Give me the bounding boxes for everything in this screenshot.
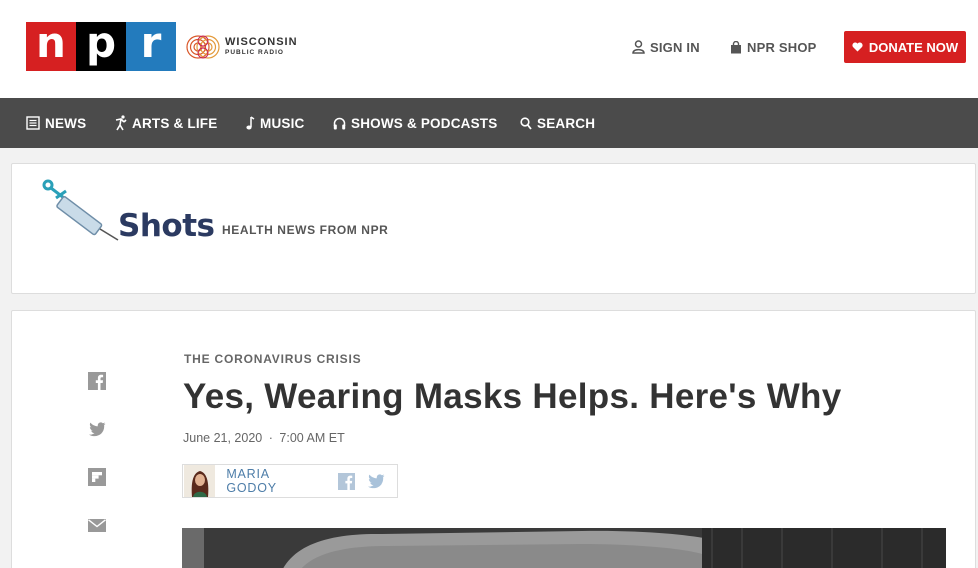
nav-label-music: MUSIC: [260, 115, 305, 131]
donate-button[interactable]: DONATE NOW: [844, 31, 966, 63]
facebook-icon: [338, 472, 355, 490]
share-facebook[interactable]: [88, 372, 106, 390]
share-email[interactable]: [88, 516, 106, 534]
author-twitter-link[interactable]: [367, 473, 385, 489]
nav-label-news: NEWS: [45, 115, 87, 131]
logo-letter-p: p: [76, 18, 126, 71]
article-date: June 21, 2020: [183, 431, 263, 445]
author-photo: [184, 465, 216, 497]
article-time: 7:00 AM ET: [279, 431, 345, 445]
article-card: THE CORONAVIRUS CRISIS Yes, Wearing Mask…: [11, 310, 976, 568]
news-icon: [26, 116, 40, 130]
station-name: WISCONSIN: [225, 36, 298, 49]
article-headline: Yes, Wearing Masks Helps. Here's Why: [183, 377, 842, 416]
hero-image[interactable]: [182, 528, 946, 568]
logo-letter-r: r: [126, 18, 176, 71]
author-facebook-link[interactable]: [338, 472, 355, 490]
nav-label-search: SEARCH: [537, 115, 596, 131]
author-avatar[interactable]: [184, 465, 216, 497]
user-icon: [632, 40, 645, 54]
byline: MARIA GODOY: [182, 464, 398, 498]
share-twitter[interactable]: [88, 420, 106, 438]
npr-shop-label: NPR SHOP: [747, 39, 817, 55]
share-flipboard[interactable]: [88, 468, 106, 486]
donate-label: DONATE NOW: [868, 39, 959, 55]
syringe-icon[interactable]: [42, 178, 124, 242]
blog-tagline: HEALTH NEWS FROM NPR: [222, 223, 389, 237]
author-name-link[interactable]: MARIA GODOY: [226, 467, 322, 495]
email-icon: [88, 518, 106, 532]
sign-in-link[interactable]: SIGN IN: [632, 31, 700, 63]
station-subname: PUBLIC RADIO: [225, 49, 284, 57]
station-logo[interactable]: WISCONSIN PUBLIC RADIO: [186, 30, 298, 64]
npr-logo[interactable]: n p r: [26, 18, 176, 71]
arts-icon: [115, 115, 127, 131]
search-icon: [520, 116, 532, 130]
blog-header-card: Shots HEALTH NEWS FROM NPR: [11, 163, 976, 294]
site-header: n p r WISCONSIN PUBLIC RADIO SIGN IN NPR…: [0, 0, 978, 98]
nav-item-search[interactable]: SEARCH: [520, 98, 595, 148]
nav-item-music[interactable]: MUSIC: [246, 98, 305, 148]
station-rings-icon: [186, 35, 220, 59]
heart-icon: [852, 42, 863, 52]
facebook-icon: [88, 372, 106, 390]
author-social: [338, 472, 397, 490]
article-slug[interactable]: THE CORONAVIRUS CRISIS: [184, 352, 361, 366]
hero-photo: [182, 528, 946, 568]
twitter-icon: [368, 473, 385, 488]
npr-shop-link[interactable]: NPR SHOP: [730, 31, 817, 63]
nav-label-shows-podcasts: SHOWS & PODCASTS: [351, 115, 498, 131]
music-note-icon: [246, 116, 255, 130]
headphones-icon: [333, 117, 346, 129]
flipboard-icon: [88, 468, 106, 486]
nav-label-arts-life: ARTS & LIFE: [132, 115, 218, 131]
shopping-bag-icon: [731, 40, 741, 53]
main-nav: NEWS ARTS & LIFE MUSIC SHOWS & PODCASTS …: [0, 98, 978, 148]
blog-title[interactable]: Shots: [118, 208, 215, 244]
logo-letter-n: n: [26, 18, 76, 71]
date-separator: ·: [268, 431, 273, 445]
nav-item-arts-life[interactable]: ARTS & LIFE: [115, 98, 217, 148]
twitter-icon: [89, 421, 106, 436]
sign-in-label: SIGN IN: [650, 39, 700, 55]
article-dateline: June 21, 2020 · 7:00 AM ET: [183, 431, 345, 445]
nav-item-shows-podcasts[interactable]: SHOWS & PODCASTS: [333, 98, 497, 148]
nav-item-news[interactable]: NEWS: [26, 98, 86, 148]
